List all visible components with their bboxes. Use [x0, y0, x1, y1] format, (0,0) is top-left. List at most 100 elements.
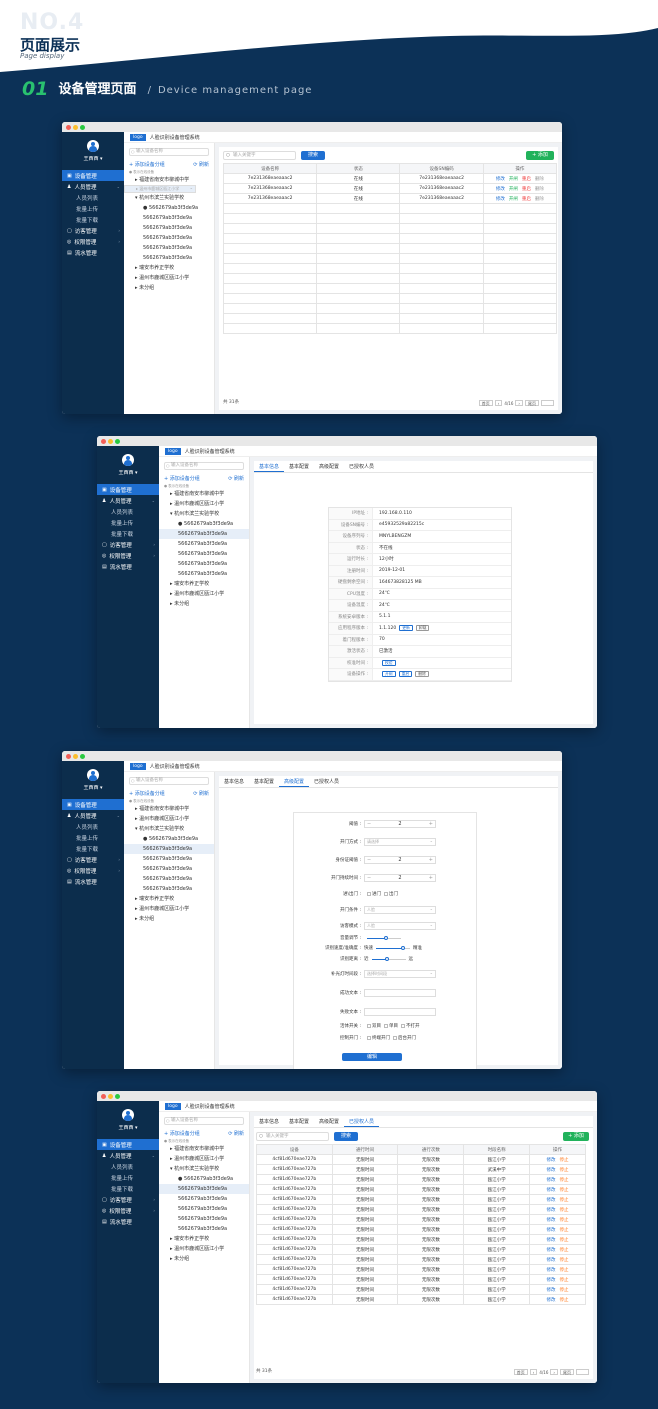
- row-action-2[interactable]: 重启: [522, 197, 531, 202]
- info-action-button[interactable]: 重启: [398, 671, 413, 678]
- tree-node[interactable]: 5662679ab3f3de9a: [159, 529, 249, 539]
- tree-search-input[interactable]: 输入设备名称: [164, 462, 244, 470]
- sidebar-item[interactable]: 人员列表: [97, 506, 159, 517]
- sidebar-item[interactable]: 人员列表: [62, 192, 124, 203]
- plus-icon[interactable]: +: [429, 857, 433, 863]
- tab-2[interactable]: 高级配置: [279, 776, 310, 787]
- tab-3[interactable]: 已授权人员: [344, 1116, 380, 1127]
- tab-0[interactable]: 基本信息: [219, 776, 249, 787]
- maximize-dot[interactable]: [115, 438, 120, 444]
- refresh-link[interactable]: ⟳ 刷新: [228, 475, 244, 482]
- edit-link[interactable]: 修改: [547, 1238, 556, 1243]
- tab-3[interactable]: 已授权人员: [344, 461, 379, 472]
- tree-node[interactable]: ● 5662679ab3f3de9a: [129, 834, 209, 844]
- info-action-button[interactable]: 卸载: [415, 625, 430, 632]
- sidebar-item[interactable]: ▤ 流水管理: [97, 1216, 159, 1227]
- tree-node[interactable]: 5662679ab3f3de9a: [164, 559, 244, 569]
- tree-node[interactable]: ▾ 杭州市滨兰实验学校: [129, 824, 209, 834]
- tree-node[interactable]: ▸ 未分组: [164, 1254, 244, 1264]
- sidebar-item[interactable]: ♟ 人员管理 ⌄: [97, 495, 159, 506]
- pager-first[interactable]: 首页: [513, 1369, 528, 1375]
- tree-node[interactable]: 5662679ab3f3de9a: [164, 1224, 244, 1234]
- search-button[interactable]: 搜索: [334, 1132, 358, 1141]
- tab-1[interactable]: 基本配置: [249, 776, 279, 787]
- tab-0[interactable]: 基本信息: [254, 461, 285, 472]
- stop-link[interactable]: 停止: [560, 1288, 569, 1293]
- plus-icon[interactable]: +: [429, 875, 433, 881]
- tree-node[interactable]: 5662679ab3f3de9a: [124, 844, 214, 854]
- avatar[interactable]: [87, 769, 99, 781]
- refresh-link[interactable]: ⟳ 刷新: [193, 790, 209, 797]
- checkbox[interactable]: [367, 1035, 371, 1040]
- open-mode-select[interactable]: 请选择: [364, 838, 436, 846]
- sidebar-item[interactable]: ▢ 访客管理 ›: [97, 1194, 159, 1205]
- tree-node[interactable]: 5662679ab3f3de9a: [129, 884, 209, 894]
- user-name[interactable]: 王西西 ▾: [62, 155, 124, 162]
- id-threshold-stepper[interactable]: − 2 +: [364, 856, 436, 864]
- threshold-stepper[interactable]: − 2 +: [364, 820, 436, 828]
- tree-node[interactable]: ▸ 瑞安市养正学校: [164, 1234, 244, 1244]
- tree-node[interactable]: 5662679ab3f3de9a: [164, 569, 244, 579]
- volume-slider[interactable]: [367, 935, 401, 940]
- refresh-link[interactable]: ⟳ 刷新: [193, 161, 209, 168]
- tree-node[interactable]: ▸ 福建省南安市柳城中学: [164, 489, 244, 499]
- sidebar-item[interactable]: ◎ 权限管理 ›: [62, 236, 124, 247]
- pager-jump-input[interactable]: [576, 1369, 589, 1375]
- minimize-dot[interactable]: [108, 1093, 113, 1099]
- tree-node[interactable]: 5662679ab3f3de9a: [129, 223, 209, 233]
- edit-link[interactable]: 修改: [547, 1178, 556, 1183]
- sidebar-item[interactable]: 人员列表: [62, 821, 124, 832]
- success-text-input[interactable]: [364, 989, 436, 997]
- sidebar-item[interactable]: 批量上传: [62, 832, 124, 843]
- open-cond-select[interactable]: 人脸: [364, 906, 436, 914]
- control_opts-option[interactable]: 终端开门: [364, 1035, 390, 1041]
- edit-link[interactable]: 修改: [547, 1278, 556, 1283]
- maximize-dot[interactable]: [115, 1093, 120, 1099]
- stop-link[interactable]: 停止: [560, 1198, 569, 1203]
- edit-link[interactable]: 修改: [547, 1248, 556, 1253]
- liveness_opts-option[interactable]: 单目: [381, 1023, 398, 1029]
- minimize-dot[interactable]: [73, 753, 78, 759]
- checkbox[interactable]: [393, 1035, 397, 1040]
- sidebar-item[interactable]: ▤ 流水管理: [97, 561, 159, 572]
- maximize-dot[interactable]: [80, 124, 85, 130]
- light-select[interactable]: 选择时间段: [364, 970, 436, 978]
- distance-slider[interactable]: [371, 956, 406, 961]
- tree-node[interactable]: 5662679ab3f3de9a: [129, 213, 209, 223]
- edit-link[interactable]: 修改: [547, 1188, 556, 1193]
- sidebar-item[interactable]: 人员列表: [97, 1161, 159, 1172]
- in-radio[interactable]: 进门: [364, 891, 381, 897]
- pager-jump-input[interactable]: [541, 400, 554, 406]
- tree-node[interactable]: ▸ 瑞安市养正学校: [129, 263, 209, 273]
- sidebar-item[interactable]: ▣ 设备管理: [62, 170, 124, 181]
- stop-link[interactable]: 停止: [560, 1208, 569, 1213]
- tree-node[interactable]: ● 5662679ab3f3de9a: [164, 519, 244, 529]
- checkbox[interactable]: [384, 1023, 388, 1028]
- checkbox[interactable]: [367, 1023, 371, 1028]
- search-input[interactable]: 输入关键字: [256, 1132, 329, 1141]
- search-input[interactable]: 输入关键字: [223, 151, 296, 160]
- tree-node[interactable]: ▸ 瑞安市养正学校: [129, 894, 209, 904]
- tree-node[interactable]: ▸ 福建省南安市柳城中学: [129, 804, 209, 814]
- row-action-0[interactable]: 修改: [496, 177, 505, 182]
- edit-link[interactable]: 修改: [547, 1218, 556, 1223]
- tree-node[interactable]: ▸ 未分组: [129, 914, 209, 924]
- tree-search-input[interactable]: 输入设备名称: [164, 1117, 244, 1125]
- user-name[interactable]: 王西西 ▾: [97, 469, 159, 476]
- add-device-button[interactable]: + 添加: [526, 151, 554, 160]
- sidebar-item[interactable]: ▢ 访客管理 ›: [62, 854, 124, 865]
- tree-node[interactable]: 5662679ab3f3de9a: [129, 874, 209, 884]
- minus-icon[interactable]: −: [367, 875, 371, 881]
- sidebar-item[interactable]: ▤ 流水管理: [62, 247, 124, 258]
- sidebar-item[interactable]: ▢ 访客管理 ›: [62, 225, 124, 236]
- sidebar-item[interactable]: 批量下载: [62, 843, 124, 854]
- open-duration-stepper[interactable]: − 2 +: [364, 874, 436, 882]
- edit-link[interactable]: 修改: [547, 1208, 556, 1213]
- close-dot[interactable]: [101, 438, 106, 444]
- stop-link[interactable]: 停止: [560, 1178, 569, 1183]
- tree-search-input[interactable]: 输入设备名称: [129, 148, 209, 156]
- pager-last[interactable]: 尾页: [525, 400, 539, 406]
- tree-node[interactable]: 5662679ab3f3de9a: [164, 1194, 244, 1204]
- row-action-1[interactable]: 开闸: [509, 187, 518, 192]
- speed-slider[interactable]: [376, 945, 410, 950]
